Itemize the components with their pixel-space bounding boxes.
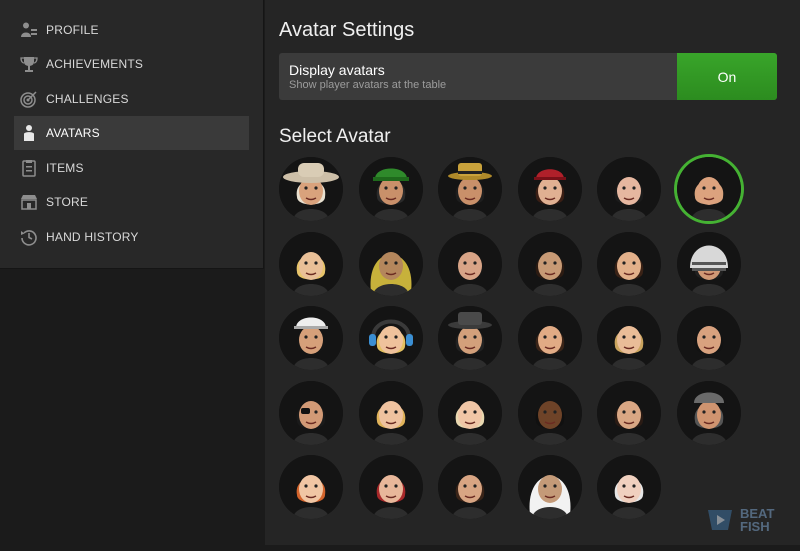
- avatar-portrait: [359, 306, 423, 370]
- avatar-option-8[interactable]: [359, 232, 423, 296]
- avatar-option-20[interactable]: [359, 381, 423, 445]
- avatar-portrait: [279, 157, 343, 221]
- history-icon: [18, 226, 40, 248]
- avatar-option-22[interactable]: [518, 381, 582, 445]
- avatar-option-9[interactable]: [438, 232, 502, 296]
- avatar-option-24[interactable]: [677, 381, 741, 445]
- select-avatar-heading: Select Avatar: [279, 126, 391, 147]
- avatar-portrait: [518, 232, 582, 296]
- avatar-option-7[interactable]: [279, 232, 343, 296]
- avatar-portrait: [359, 232, 423, 296]
- avatar-option-21[interactable]: [438, 381, 502, 445]
- sidebar-item-hand-history[interactable]: HAND HISTORY: [14, 220, 249, 254]
- setting-description: Show player avatars at the table: [289, 79, 447, 91]
- beatthefish-watermark: BEAT FISH: [706, 507, 774, 533]
- avatar-option-3[interactable]: [438, 157, 502, 221]
- avatar-grid: [279, 157, 759, 527]
- avatar-portrait: [279, 381, 343, 445]
- fish-logo-icon: [708, 510, 732, 530]
- sidebar-item-challenges[interactable]: CHALLENGES: [14, 82, 249, 116]
- avatar-option-16[interactable]: [518, 306, 582, 370]
- sidebar-item-label: HAND HISTORY: [46, 230, 139, 244]
- avatar-portrait: [518, 306, 582, 370]
- store-icon: [18, 191, 40, 213]
- avatar-portrait: [597, 306, 661, 370]
- watermark-text: BEAT FISH: [740, 506, 775, 534]
- clipboard-icon: [18, 157, 40, 179]
- avatar-option-12[interactable]: [677, 232, 741, 296]
- sidebar-item-label: ACHIEVEMENTS: [46, 57, 144, 71]
- sidebar-item-achievements[interactable]: ACHIEVEMENTS: [14, 47, 249, 81]
- avatar-option-28[interactable]: [518, 455, 582, 519]
- avatar-portrait: [279, 455, 343, 519]
- avatar-portrait: [279, 232, 343, 296]
- sidebar-item-profile[interactable]: PROFILE: [14, 13, 249, 47]
- profile-icon: [18, 19, 40, 41]
- avatar-portrait: [359, 381, 423, 445]
- avatar-portrait: [279, 306, 343, 370]
- display-avatars-setting: Display avatars Show player avatars at t…: [279, 53, 777, 100]
- avatar-option-11[interactable]: [597, 232, 661, 296]
- avatar-portrait: [438, 381, 502, 445]
- sidebar-item-label: PROFILE: [46, 23, 99, 37]
- avatar-portrait: [677, 232, 741, 296]
- avatar-option-25[interactable]: [279, 455, 343, 519]
- avatar-option-27[interactable]: [438, 455, 502, 519]
- trophy-icon: [18, 53, 40, 75]
- avatar-portrait: [359, 157, 423, 221]
- avatar-option-5[interactable]: [597, 157, 661, 221]
- avatar-portrait: [359, 455, 423, 519]
- avatar-portrait: [677, 306, 741, 370]
- setting-label: Display avatars: [289, 62, 385, 78]
- sidebar: PROFILE ACHIEVEMENTS CHALLENGES AVATARS …: [0, 0, 264, 269]
- avatar-option-4[interactable]: [518, 157, 582, 221]
- avatar-option-10[interactable]: [518, 232, 582, 296]
- avatar-portrait: [597, 455, 661, 519]
- avatar-option-1[interactable]: [279, 157, 343, 221]
- sidebar-item-items[interactable]: ITEMS: [14, 151, 249, 185]
- avatar-portrait: [597, 232, 661, 296]
- avatar-option-6[interactable]: [677, 157, 741, 221]
- sidebar-item-store[interactable]: STORE: [14, 185, 249, 219]
- avatar-option-29[interactable]: [597, 455, 661, 519]
- sidebar-item-label: AVATARS: [46, 126, 100, 140]
- avatar-option-18[interactable]: [677, 306, 741, 370]
- avatar-portrait: [597, 381, 661, 445]
- avatar-portrait: [677, 157, 741, 221]
- sidebar-item-label: ITEMS: [46, 161, 84, 175]
- avatar-portrait: [677, 381, 741, 445]
- target-icon: [18, 88, 40, 110]
- avatar-portrait: [438, 157, 502, 221]
- avatar-option-17[interactable]: [597, 306, 661, 370]
- sidebar-item-avatars[interactable]: AVATARS: [14, 116, 249, 150]
- avatar-portrait: [438, 232, 502, 296]
- avatar-portrait: [518, 455, 582, 519]
- avatar-option-14[interactable]: [359, 306, 423, 370]
- sidebar-item-label: STORE: [46, 195, 89, 209]
- avatar-portrait: [518, 157, 582, 221]
- avatar-option-2[interactable]: [359, 157, 423, 221]
- avatar-portrait: [438, 455, 502, 519]
- avatar-portrait: [518, 381, 582, 445]
- avatar-option-13[interactable]: [279, 306, 343, 370]
- avatar-portrait: [597, 157, 661, 221]
- avatar-portrait: [438, 306, 502, 370]
- person-icon: [18, 122, 40, 144]
- avatar-option-23[interactable]: [597, 381, 661, 445]
- avatar-option-15[interactable]: [438, 306, 502, 370]
- display-avatars-toggle-button[interactable]: On: [677, 53, 777, 100]
- avatar-option-19[interactable]: [279, 381, 343, 445]
- sidebar-item-label: CHALLENGES: [46, 92, 129, 106]
- page-title: Avatar Settings: [279, 19, 415, 41]
- avatar-option-26[interactable]: [359, 455, 423, 519]
